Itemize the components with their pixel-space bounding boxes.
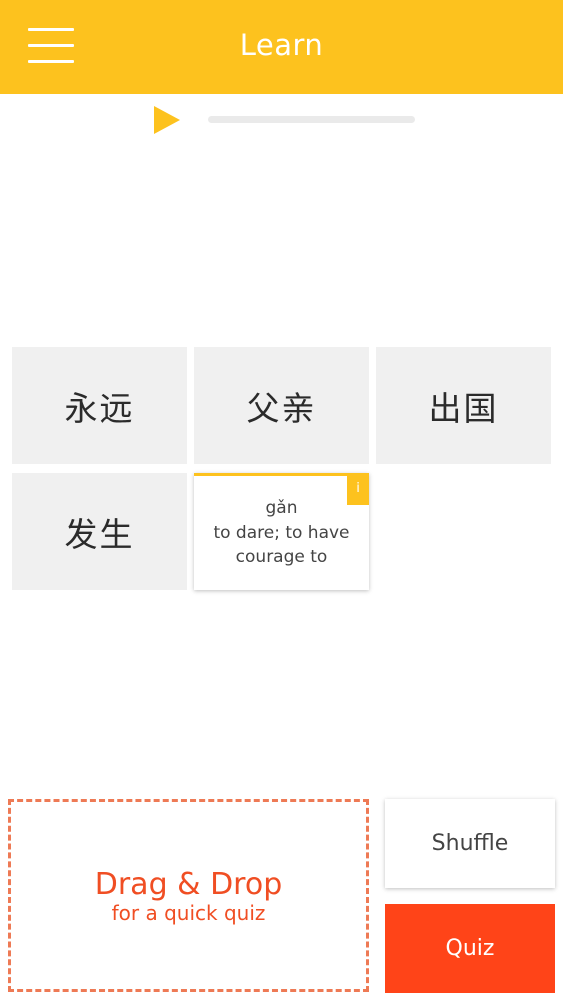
word-info-card[interactable]: i gǎn to dare; to have courage to (194, 473, 369, 590)
pinyin-text: gǎn (265, 498, 298, 518)
word-tile[interactable]: 父亲 (194, 347, 369, 464)
page-title: Learn (239, 28, 324, 62)
quiz-button[interactable]: Quiz (385, 904, 555, 993)
dropzone-subtitle: for a quick quiz (111, 901, 266, 925)
dropzone-title: Drag & Drop (94, 867, 283, 902)
word-tile[interactable]: 出国 (376, 347, 551, 464)
word-tile[interactable]: 永远 (12, 347, 187, 464)
info-icon[interactable]: i (347, 473, 369, 505)
word-tile-text: 发生 (64, 514, 135, 554)
play-triangle (154, 106, 180, 134)
word-tile[interactable]: 发生 (12, 473, 187, 590)
word-tile-text: 出国 (428, 388, 499, 428)
shuffle-button[interactable]: Shuffle (385, 799, 555, 888)
app-header: Learn (0, 0, 563, 94)
drag-drop-zone[interactable]: Drag & Drop for a quick quiz (8, 799, 369, 992)
learn-screen: Learn 永远 父亲 出国 发生 i gǎn to dare; to have… (0, 0, 563, 1000)
word-tile-text: 永远 (64, 388, 135, 428)
audio-progress-bar[interactable] (208, 116, 415, 123)
meaning-text: to dare; to have courage to (213, 523, 350, 567)
word-tile-text: 父亲 (246, 388, 317, 428)
play-icon[interactable] (154, 106, 182, 134)
